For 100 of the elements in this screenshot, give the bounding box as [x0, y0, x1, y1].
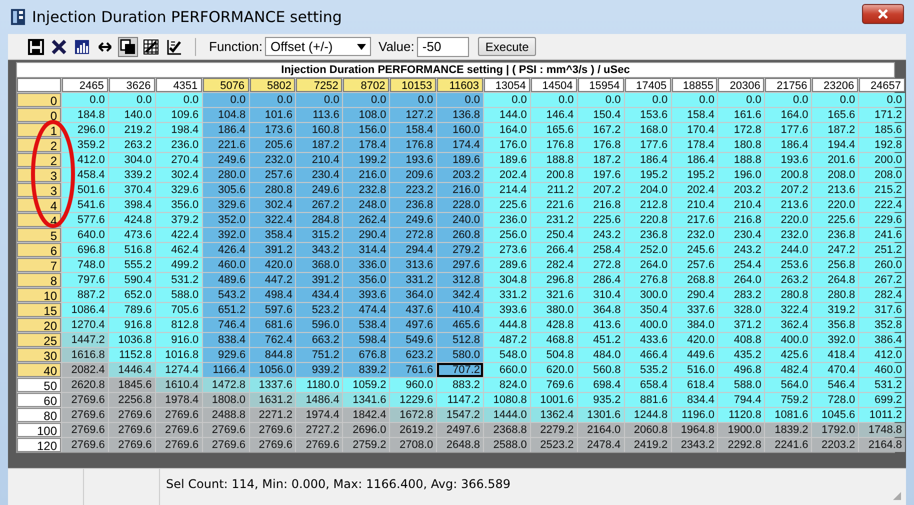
column-header[interactable]: 7252 [296, 78, 342, 92]
row-header[interactable]: 100 [17, 423, 61, 437]
table-cell: 225.6 [812, 213, 858, 227]
table-cell: 164.0 [484, 123, 530, 137]
column-header[interactable]: 8702 [343, 78, 390, 92]
table-cell: 2769.6 [108, 438, 155, 452]
table-cell: 273.6 [484, 243, 530, 257]
column-header[interactable]: 4351 [156, 78, 202, 92]
column-header[interactable]: 11603 [437, 78, 484, 92]
table-cell: 2271.2 [250, 408, 296, 422]
column-header[interactable]: 14504 [530, 78, 577, 92]
row-header[interactable]: 2 [17, 153, 61, 167]
table-cell: 300.0 [624, 288, 671, 302]
table-cell: 2588.0 [484, 438, 530, 452]
table-cell: 185.6 [859, 123, 906, 137]
table-cell: 640.0 [62, 228, 108, 242]
column-header[interactable]: 2465 [62, 78, 108, 92]
table-cell: 243.2 [578, 228, 624, 242]
table-cell: 468.8 [530, 333, 577, 347]
table-cell: 178.4 [672, 138, 718, 152]
row-header[interactable]: 15 [17, 303, 61, 317]
table-cell: 177.6 [624, 138, 671, 152]
grid-icon [143, 38, 159, 54]
table-cell: 400.0 [624, 318, 671, 332]
table-cell: 189.6 [484, 153, 530, 167]
table-cell: 241.6 [859, 228, 906, 242]
table-cell: 580.0 [437, 348, 484, 362]
table-cell: 2620.8 [62, 378, 108, 392]
row-header[interactable]: 25 [17, 333, 61, 347]
row-header[interactable]: 80 [17, 408, 61, 422]
table-cell: 698.4 [578, 378, 624, 392]
column-header[interactable]: 10153 [390, 78, 436, 92]
column-header[interactable]: 24657 [859, 78, 906, 92]
table-cell: 428.8 [530, 318, 577, 332]
table-cell: 2769.6 [62, 438, 108, 452]
column-header[interactable]: 21756 [765, 78, 812, 92]
table-cell: 260.8 [437, 228, 484, 242]
row-header[interactable]: 6 [17, 243, 61, 257]
table-cell: 176.8 [530, 138, 577, 152]
row-header[interactable]: 30 [17, 348, 61, 362]
table-cell: 412.0 [859, 348, 906, 362]
table-cell: 158.4 [390, 123, 436, 137]
table-cell: 410.4 [437, 303, 484, 317]
table-cell: 251.2 [859, 243, 906, 257]
column-header[interactable]: 13054 [484, 78, 530, 92]
column-header[interactable]: 18855 [672, 78, 718, 92]
column-header[interactable]: 15954 [578, 78, 624, 92]
row-header[interactable]: 10 [17, 288, 61, 302]
table-cell: 1301.6 [578, 408, 624, 422]
table-cell: 1180.0 [296, 378, 342, 392]
row-header[interactable]: 3 [17, 183, 61, 197]
table-cell: 769.6 [530, 378, 577, 392]
column-header[interactable]: 20306 [718, 78, 764, 92]
table-cell: 437.6 [390, 303, 436, 317]
table-cell: 282.4 [859, 288, 906, 302]
value-field[interactable]: -50 [417, 36, 470, 56]
column-header[interactable]: 5802 [250, 78, 296, 92]
table-cell: 194.4 [812, 138, 858, 152]
table-cell: 203.2 [437, 168, 484, 182]
table-cell: 214.4 [484, 183, 530, 197]
status-text: Sel Count: 114, Min: 0.000, Max: 1166.400, Avg: 366.589 [165, 476, 512, 493]
row-header[interactable]: 7 [17, 258, 61, 272]
row-header[interactable]: 4 [17, 198, 61, 212]
row-header[interactable]: 2 [17, 138, 61, 152]
table-cell: 2256.8 [108, 393, 155, 407]
table-cell: 296.0 [62, 123, 108, 137]
table-cell: 422.4 [156, 228, 202, 242]
table-cell: 302.4 [250, 198, 296, 212]
table-cell: 0.0 [484, 93, 530, 107]
row-header[interactable]: 3 [17, 168, 61, 182]
table-cell: 208.0 [859, 168, 906, 182]
table-cell: 268.8 [672, 273, 718, 287]
column-header[interactable]: 3626 [108, 78, 155, 92]
row-header[interactable]: 0 [17, 108, 61, 122]
table-cell: 435.2 [718, 348, 764, 362]
toolbar-button[interactable] [118, 36, 138, 56]
table-cell: 170.4 [672, 123, 718, 137]
table-cell: 167.2 [578, 123, 624, 137]
toolbar-button[interactable] [141, 36, 161, 56]
close-button[interactable] [862, 4, 904, 24]
table-cell: 1792.0 [812, 423, 858, 437]
table-cell: 176.0 [484, 138, 530, 152]
execute-button[interactable]: Execute [478, 37, 536, 56]
column-header[interactable]: 17405 [624, 78, 671, 92]
table-cell: 161.6 [718, 108, 764, 122]
row-header[interactable]: 50 [17, 378, 61, 392]
toolbar-button[interactable] [26, 36, 46, 56]
table-cell: 2696.0 [343, 423, 390, 437]
row-header[interactable]: 0 [17, 93, 61, 107]
row-header[interactable]: 120 [17, 438, 61, 452]
column-header[interactable]: 5076 [202, 78, 249, 92]
row-header[interactable]: 20 [17, 318, 61, 332]
table-cell: 0.0 [812, 93, 858, 107]
row-header[interactable]: 60 [17, 393, 61, 407]
row-header[interactable]: 8 [17, 273, 61, 287]
column-header[interactable]: 23206 [812, 78, 858, 92]
row-header[interactable]: 5 [17, 228, 61, 242]
function-dropdown[interactable]: Offset (+/-) [265, 37, 372, 56]
table-cell: 0.0 [156, 93, 202, 107]
row-header[interactable]: 40 [17, 363, 61, 377]
